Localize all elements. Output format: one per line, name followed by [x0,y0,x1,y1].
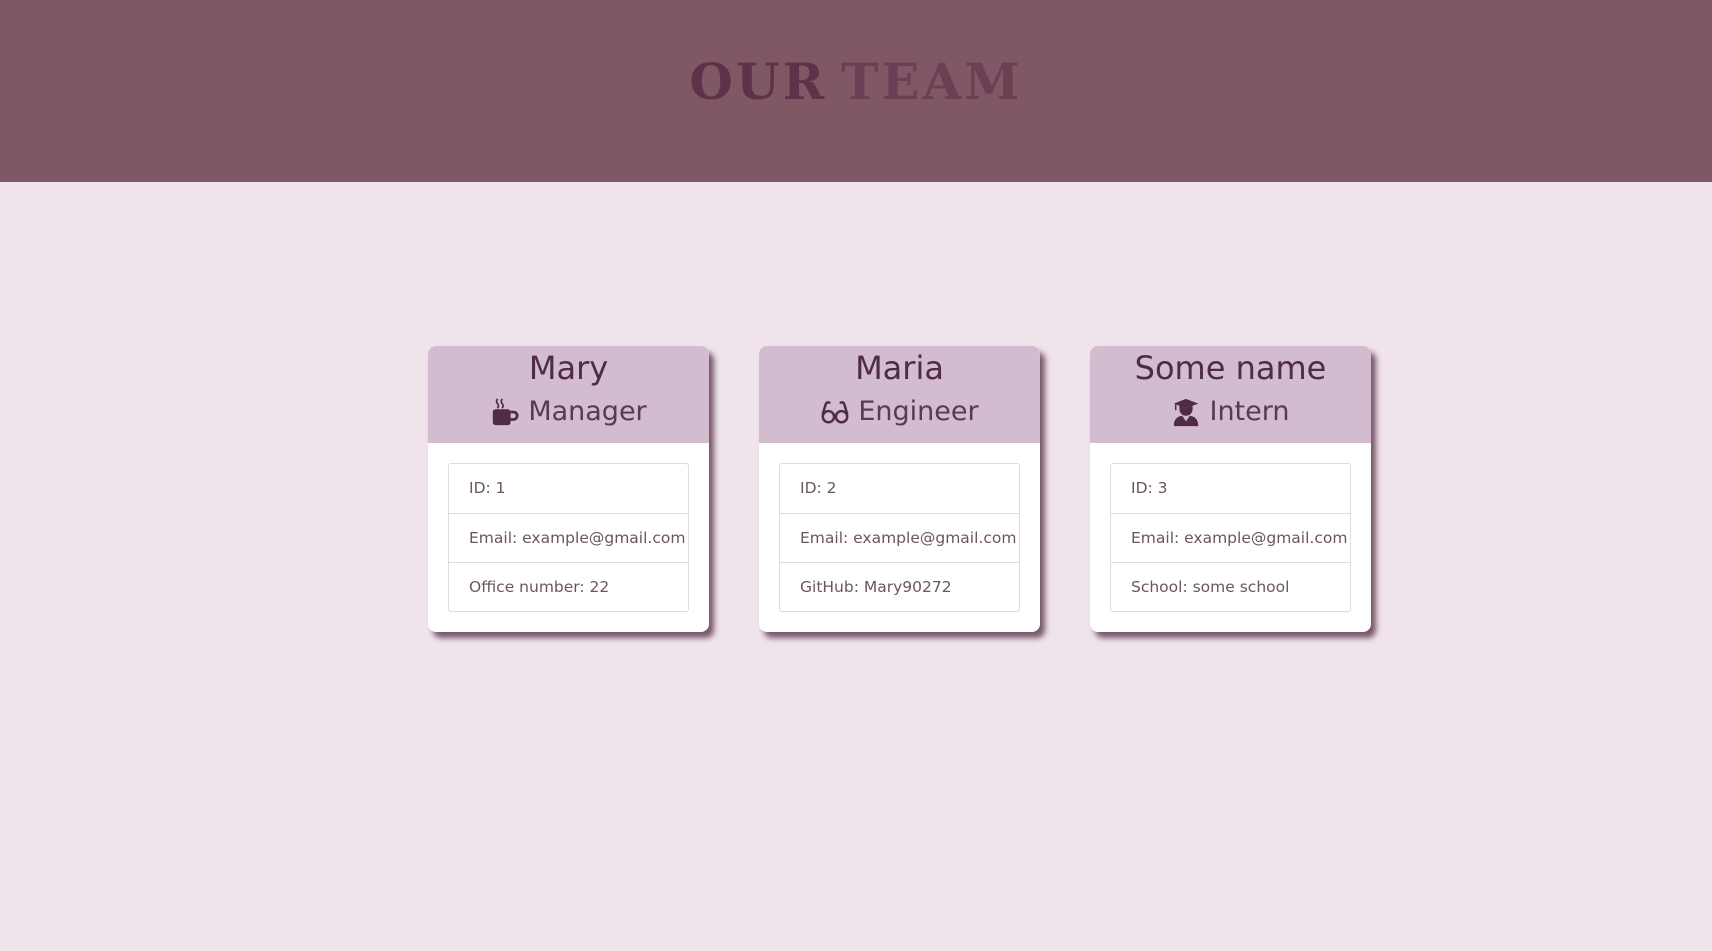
detail-github: GitHub: Mary90272 [780,562,1019,611]
detail-id: ID: 1 [469,479,506,497]
card-body: ID: 1 Email: example@gmail.com Office nu… [428,443,709,632]
employee-card-intern: Some name Intern ID: 3 Email: example@gm… [1090,346,1371,632]
role-label: Engineer [858,396,979,427]
employee-card-engineer: Maria Engineer ID: 2 Email: example@gmai [759,346,1040,632]
employee-name: Mary [528,349,609,387]
detail-list: ID: 3 Email: example@gmail.com School: s… [1110,463,1351,612]
detail-email: Email: example@gmail.com [780,513,1019,562]
employee-card-manager: Mary Manager ID: 1 Email: example@gmail.… [428,346,709,632]
glasses-icon [820,397,850,427]
graduate-user-icon [1171,397,1201,427]
card-body: ID: 3 Email: example@gmail.com School: s… [1090,443,1371,632]
detail-list: ID: 1 Email: example@gmail.com Office nu… [448,463,689,612]
role-label: Intern [1209,396,1290,427]
page-header: OUR TEAM [0,0,1712,182]
detail-school: School: some school [1111,562,1350,611]
detail-email: Email: example@gmail.com [449,513,688,562]
employee-role: Manager [428,394,709,430]
employee-role: Engineer [759,394,1040,430]
detail-id: ID: 3 [1131,479,1168,497]
page-title: OUR TEAM [689,52,1022,182]
employee-name: Maria [855,349,944,387]
card-header: Mary Manager [428,346,709,443]
team-cards: Mary Manager ID: 1 Email: example@gmail.… [428,346,1371,632]
role-label: Manager [528,396,647,427]
employee-name: Some name [1134,349,1327,387]
detail-office-number: Office number: 22 [449,562,688,611]
card-header: Maria Engineer [759,346,1040,443]
card-header: Some name Intern [1090,346,1371,443]
title-word-our: OUR [689,52,828,111]
detail-email: Email: example@gmail.com [1111,513,1350,562]
detail-id: ID: 2 [800,479,837,497]
employee-role: Intern [1090,394,1371,430]
title-word-team: TEAM [841,52,1023,111]
card-body: ID: 2 Email: example@gmail.com GitHub: M… [759,443,1040,632]
detail-list: ID: 2 Email: example@gmail.com GitHub: M… [779,463,1020,612]
coffee-mug-icon [490,397,520,427]
